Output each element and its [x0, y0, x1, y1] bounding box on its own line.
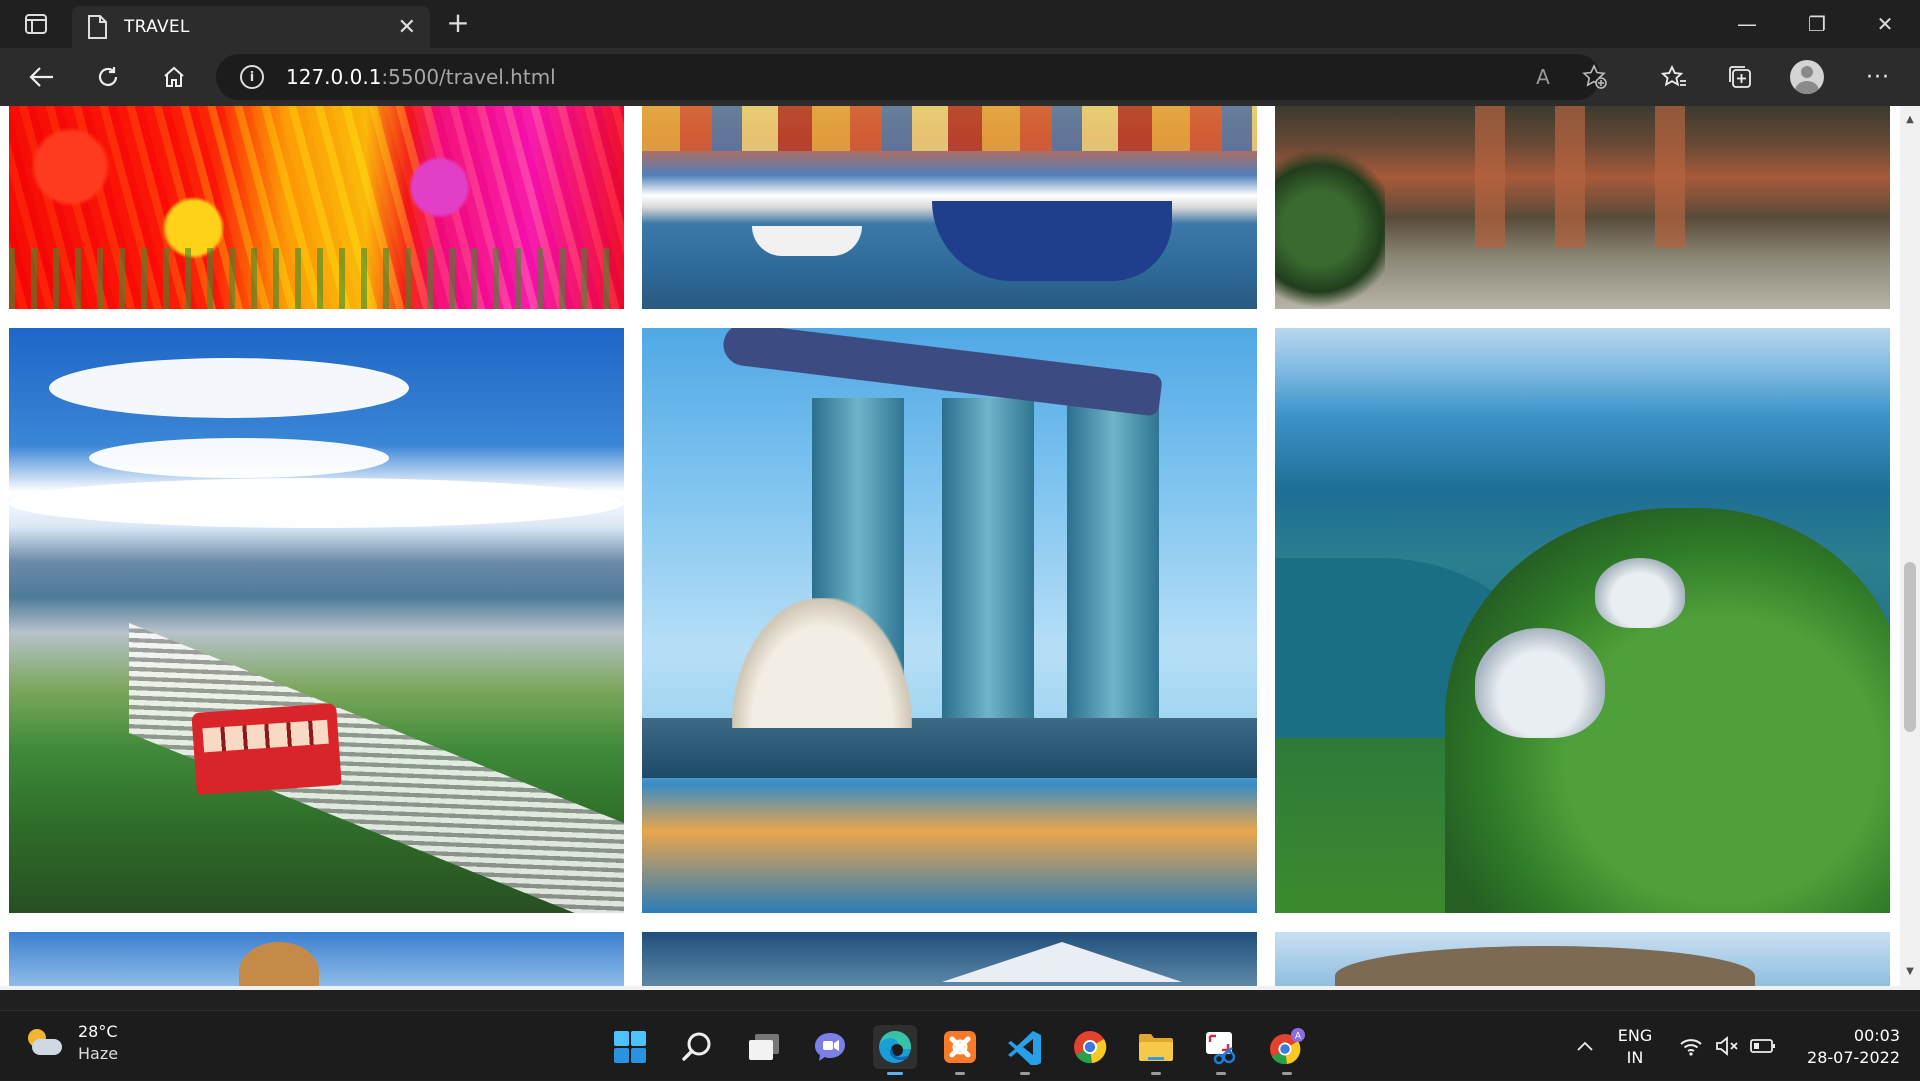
weather-temperature: 28°C [78, 1022, 118, 1041]
address-host: 127.0.0.1 [286, 65, 382, 89]
settings-more-button[interactable]: ··· [1858, 57, 1898, 97]
scroll-left-arrow-icon[interactable]: ◀ [2, 986, 22, 990]
gardens-by-the-bay-photo [1275, 328, 1890, 913]
more-icon: ··· [1866, 64, 1890, 90]
address-path: :5500/travel.html [381, 65, 556, 89]
hazy-weather-icon [26, 1027, 64, 1059]
favorites-icon [1661, 65, 1686, 87]
clock-time: 00:03 [1853, 1026, 1900, 1045]
search-icon[interactable] [675, 1025, 719, 1069]
horizontal-scrollbar[interactable]: ◀ ▶ [0, 986, 1900, 990]
language-region: IN [1626, 1048, 1644, 1067]
browser-toolbar: i 127.0.0.1:5500/travel.html A ··· [0, 48, 1920, 106]
vertical-scroll-thumb[interactable] [1904, 562, 1916, 732]
page-icon [88, 15, 107, 39]
show-hidden-icons-chevron-icon[interactable] [1570, 1011, 1600, 1081]
svg-text:A: A [1295, 1032, 1302, 1042]
add-favorite-icon[interactable] [1580, 62, 1610, 92]
home-button[interactable] [154, 57, 194, 97]
tab-close-button[interactable]: ✕ [398, 15, 416, 40]
teams-chat-icon[interactable] [808, 1025, 852, 1069]
task-view-icon[interactable] [742, 1025, 786, 1069]
system-clock[interactable]: 00:03 28-07-2022 [1790, 1025, 1900, 1069]
vertical-scrollbar[interactable]: ▲ ▼ [1900, 106, 1920, 990]
home-icon [164, 66, 184, 87]
scroll-right-arrow-icon[interactable]: ▶ [1878, 986, 1898, 990]
language-code: ENG [1617, 1026, 1653, 1045]
weather-widget[interactable]: 28°C Haze [26, 1021, 118, 1065]
snow-mountain-photo [642, 932, 1257, 986]
new-tab-button[interactable]: + [440, 8, 476, 40]
address-bar[interactable]: i 127.0.0.1:5500/travel.html A [216, 54, 1607, 100]
volume-muted-icon[interactable] [1712, 1011, 1742, 1081]
language-indicator[interactable]: ENG IN [1612, 1025, 1658, 1069]
snipping-tool-icon[interactable] [1199, 1025, 1243, 1075]
browser-title-bar: TRAVEL ✕ + — ❐ ✕ [0, 0, 1920, 48]
marina-bay-sands-photo [642, 328, 1257, 913]
dome-city-photo [9, 932, 624, 986]
scroll-up-arrow-icon[interactable]: ▲ [1900, 110, 1920, 130]
canal-reflection-photo [1275, 106, 1890, 309]
file-explorer-icon[interactable] [1134, 1025, 1178, 1075]
collections-button[interactable] [1720, 57, 1760, 97]
vscode-icon[interactable] [1003, 1025, 1047, 1075]
wifi-icon[interactable] [1676, 1011, 1706, 1081]
reload-button[interactable] [88, 57, 128, 97]
page-viewport: ▲ ▼ ◀ ▶ [0, 106, 1920, 990]
back-arrow-icon [29, 67, 53, 87]
weather-condition: Haze [78, 1044, 119, 1063]
chrome-icon[interactable] [1068, 1025, 1112, 1069]
profile-avatar[interactable] [1790, 60, 1824, 94]
maximize-button[interactable]: ❐ [1782, 0, 1852, 48]
collections-icon [1729, 66, 1751, 88]
read-aloud-icon[interactable]: A [1528, 62, 1558, 92]
close-window-button[interactable]: ✕ [1850, 0, 1920, 48]
tulip-field-photo [9, 106, 624, 309]
coastal-hills-photo [1275, 932, 1890, 986]
tab-actions-icon[interactable] [14, 10, 58, 38]
minimize-button[interactable]: — [1712, 0, 1782, 48]
back-button[interactable] [22, 57, 62, 97]
wellington-cable-car-photo [9, 328, 624, 913]
browser-tab[interactable]: TRAVEL ✕ [72, 6, 430, 48]
read-aloud-glyph: A [1536, 65, 1550, 89]
site-info-icon[interactable]: i [240, 65, 264, 89]
tab-title: TRAVEL [124, 17, 190, 37]
harbour-boats-photo [642, 106, 1257, 309]
battery-icon[interactable] [1748, 1011, 1778, 1081]
reload-icon [98, 67, 118, 86]
clock-date: 28-07-2022 [1807, 1048, 1900, 1067]
favorites-button[interactable] [1654, 57, 1694, 97]
xampp-icon[interactable] [938, 1025, 982, 1075]
windows-taskbar: 28°C Haze A ENG IN 00:03 28-07-2022 [0, 1010, 1920, 1080]
edge-icon[interactable] [873, 1025, 917, 1075]
chrome-profile-icon[interactable]: A [1265, 1025, 1309, 1075]
start-icon[interactable] [608, 1025, 652, 1069]
scroll-down-arrow-icon[interactable]: ▼ [1900, 962, 1920, 982]
